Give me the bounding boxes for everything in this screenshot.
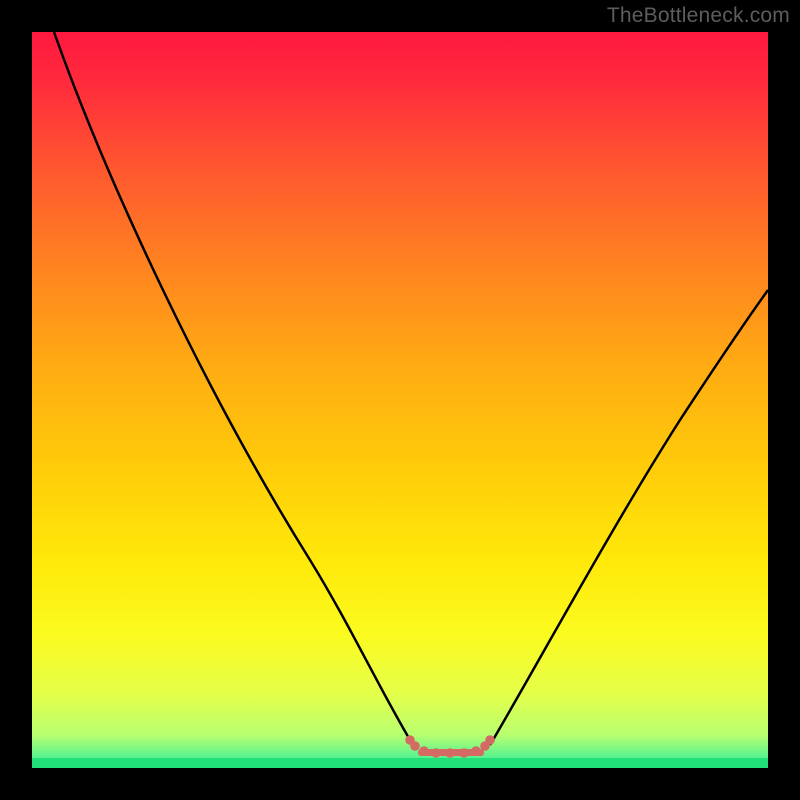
- baseline-strip: [32, 758, 768, 768]
- plot-background: [32, 32, 768, 768]
- bottleneck-chart: [0, 0, 800, 800]
- watermark: TheBottleneck.com: [607, 4, 790, 28]
